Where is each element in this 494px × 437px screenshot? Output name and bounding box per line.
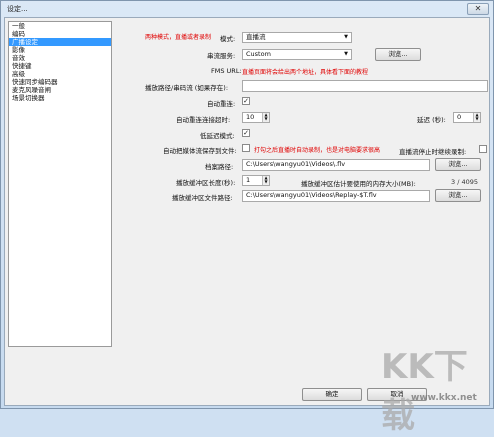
replay-memory-value: 3 / 4095 [451,178,478,186]
sidebar-item[interactable]: 快捷键 [9,62,111,70]
settings-window: 设定... ✕ 一般 编码 广播设定 影像 音效 快捷键 高级 快速同步编码器 麦克风噪音闸 场景… [0,0,494,436]
service-select[interactable]: Custom ▼ [242,49,352,60]
watermark-url: www.kkx.net [411,393,477,403]
replay-path-input[interactable]: C:\Users\wangyu01\Videos\Replay-$T.flv [242,190,430,202]
replay-length-value: 1 [246,176,251,184]
sidebar-item[interactable]: 快速同步编码器 [9,78,111,86]
replay-length-spinner[interactable]: 1 ▲ ▼ [242,175,270,186]
sidebar-item[interactable]: 编码 [9,30,111,38]
chevron-down-icon: ▼ [344,51,348,57]
delay-spinner[interactable]: 0 ▲ ▼ [453,112,481,123]
sidebar-item[interactable]: 影像 [9,46,111,54]
replay-length-label: 播放缓冲区长度(秒): [176,179,236,187]
auto-save-checkbox[interactable] [242,144,250,152]
sidebar-item[interactable]: 高级 [9,70,111,78]
replay-path-browse-button[interactable]: 浏览... [435,189,481,202]
service-select-value: Custom [246,50,271,58]
reconnect-timeout-spinner[interactable]: 10 ▲ ▼ [242,112,270,123]
close-button[interactable]: ✕ [467,3,489,15]
window-title: 设定... [7,5,28,13]
spin-arrows-icon[interactable]: ▲ ▼ [262,176,269,185]
fms-url-note: 直播页面将会给出两个地址，具体看下面的教程 [242,69,369,76]
spin-arrows-icon[interactable]: ▲ ▼ [262,113,269,122]
file-path-label: 档案路径: [205,163,234,171]
file-path-value: C:\Users\wangyu01\Videos\.flv [246,160,346,168]
sidebar-item[interactable]: 广播设定 [9,38,111,46]
low-latency-label: 低延迟模式: [200,132,235,140]
chevron-down-icon: ▼ [344,34,348,40]
low-latency-checkbox[interactable]: ✓ [242,129,250,137]
sidebar-item[interactable]: 一般 [9,22,111,30]
sidebar-item[interactable]: 音效 [9,54,111,62]
delay-label: 延迟 (秒): [417,116,446,124]
auto-save-label: 自动把媒体流保存到文件: [163,147,237,155]
reconnect-timeout-label: 自动重连连接超时: [176,116,231,124]
settings-category-list[interactable]: 一般 编码 广播设定 影像 音效 快捷键 高级 快速同步编码器 麦克风噪音闸 场景切换器 [8,21,112,347]
watermark-logo: KK下载 [381,347,468,436]
mode-note: 两种模式，直播或者录制 [145,34,212,41]
title-bar: 设定... ✕ [1,1,493,17]
stream-path-input[interactable] [242,80,488,92]
spin-arrows-icon[interactable]: ▲ ▼ [473,113,480,122]
sidebar-item[interactable]: 场景切换器 [9,94,111,102]
mode-select[interactable]: 直播流 ▼ [242,32,352,43]
replay-path-label: 播放缓冲区文件路径: [172,194,233,202]
service-browse-button[interactable]: 浏览... [375,48,421,61]
file-path-input[interactable]: C:\Users\wangyu01\Videos\.flv [242,159,430,171]
stream-path-label: 播放路径/串码流 (如果存在): [145,84,229,92]
continue-recording-label: 直播流停止时继续录制: [399,148,467,156]
auto-reconnect-checkbox[interactable]: ✓ [242,97,250,105]
replay-path-value: C:\Users\wangyu01\Videos\Replay-$T.flv [246,191,377,199]
delay-value: 0 [457,113,462,121]
auto-reconnect-label: 自动重连: [207,100,236,108]
replay-memory-label: 播放缓冲区估计要使用的内存大小(MB): [301,180,416,188]
reconnect-timeout-value: 10 [246,113,255,121]
continue-recording-checkbox[interactable] [479,145,487,153]
auto-save-note: 打勾之后直播时自动录制，也是对电脑要求很高 [254,147,381,154]
sidebar-item[interactable]: 麦克风噪音闸 [9,86,111,94]
fms-url-label: FMS URL: [211,67,242,75]
mode-label: 模式: [220,35,236,43]
ok-button[interactable]: 确定 [302,388,362,401]
service-label: 串流服务: [207,52,236,60]
file-path-browse-button[interactable]: 浏览... [435,158,481,171]
mode-select-value: 直播流 [246,33,266,41]
